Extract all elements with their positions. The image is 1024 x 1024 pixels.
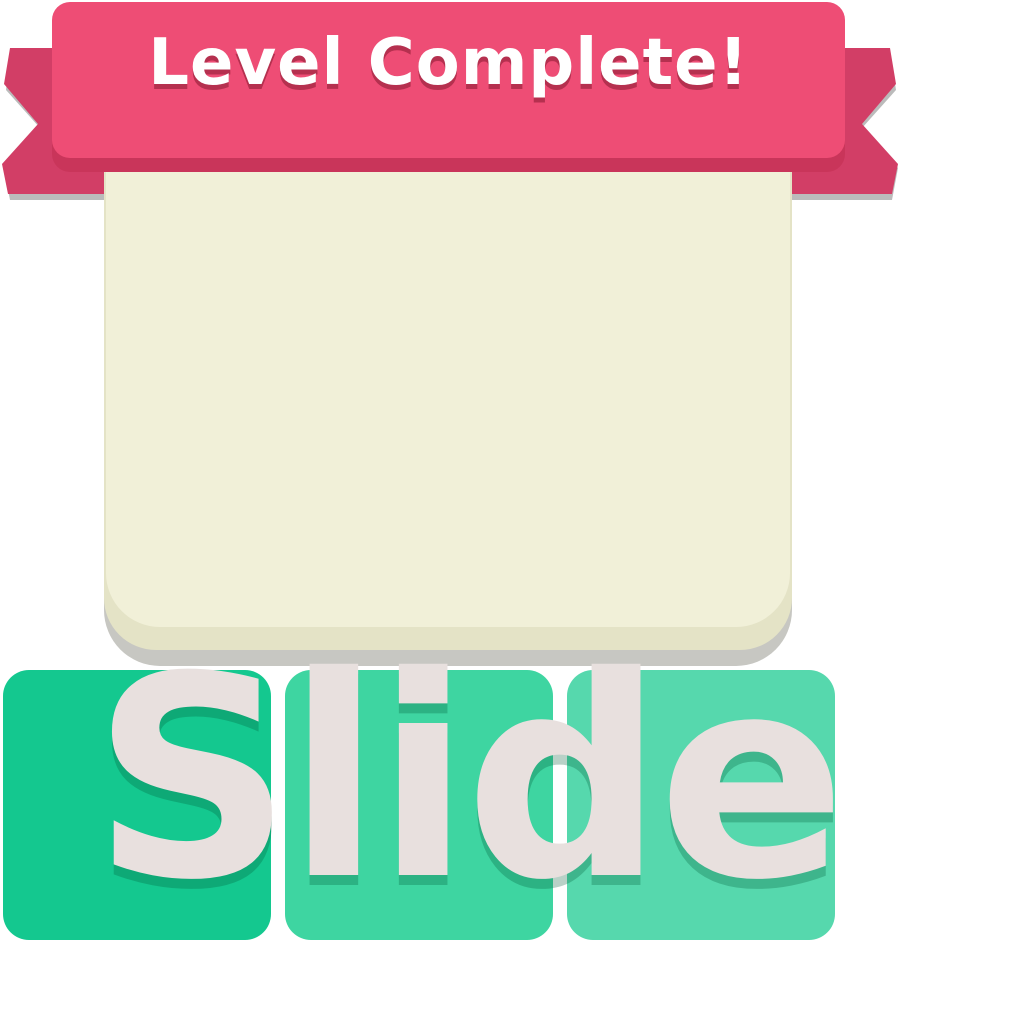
result-panel bbox=[106, 150, 790, 627]
banner-title: Level Complete! bbox=[148, 26, 749, 100]
level-complete-screen: Level Complete! Slide bbox=[0, 0, 1024, 1024]
game-logo-text: Slide bbox=[92, 617, 846, 941]
